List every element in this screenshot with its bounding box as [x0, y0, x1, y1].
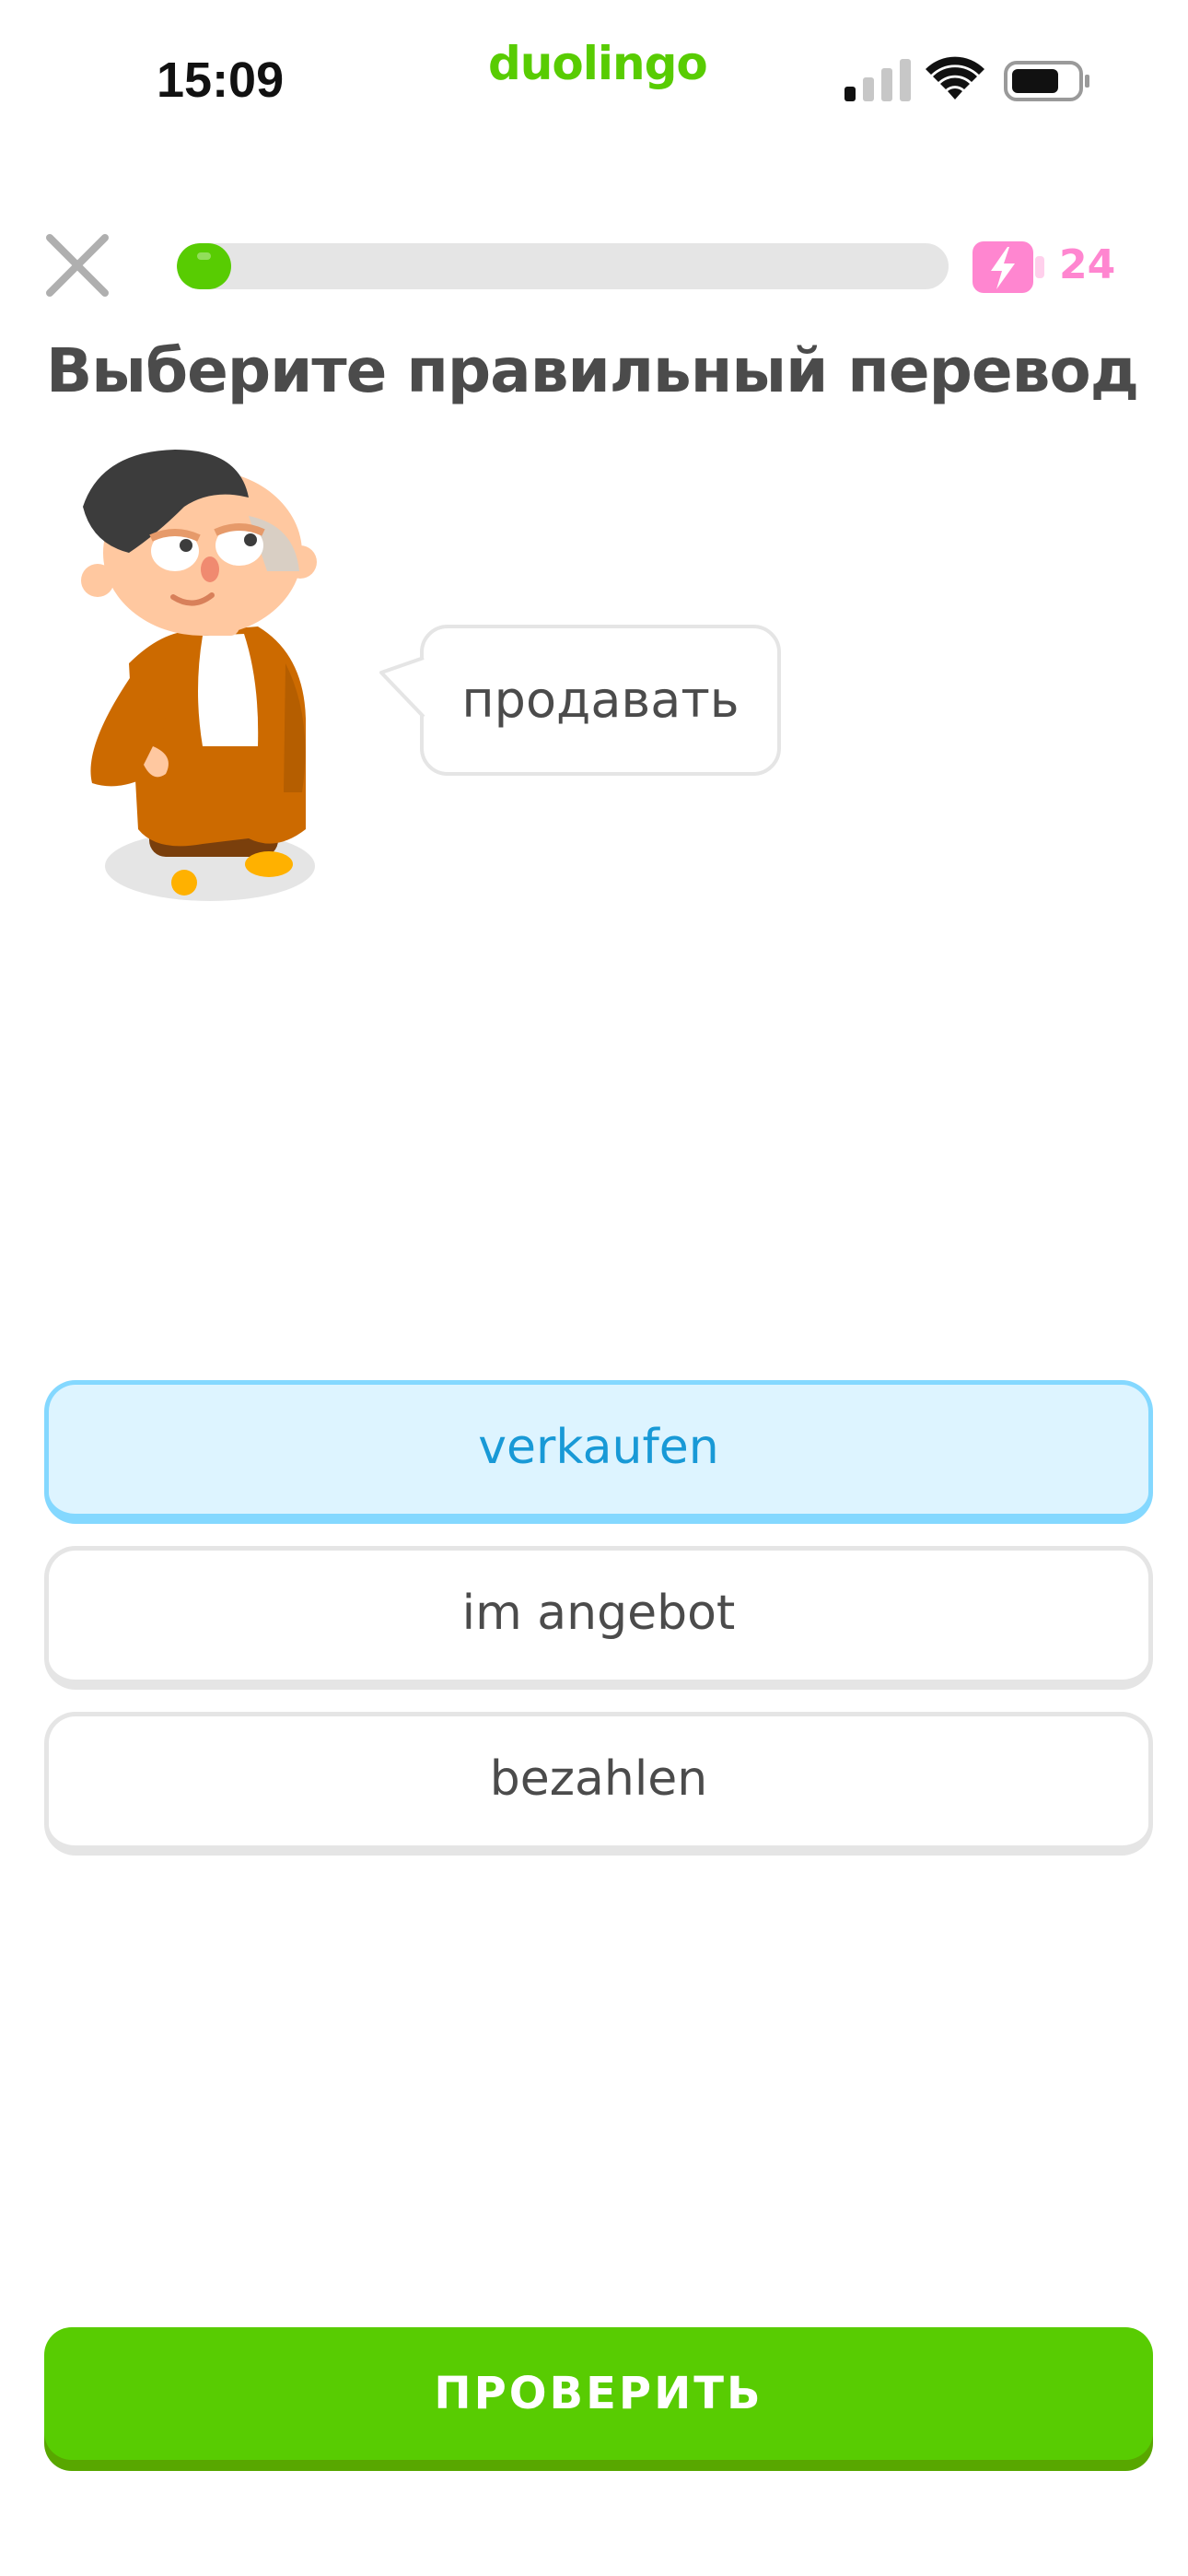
- status-time: 15:09: [157, 53, 285, 108]
- progress-fill: [177, 243, 231, 289]
- answer-option[interactable]: im angebot: [44, 1546, 1153, 1690]
- close-icon: [46, 234, 109, 297]
- lesson-screen: 15:09 duolingo 24 Выберите правильный пе…: [0, 0, 1188, 2576]
- energy-count: 24: [1059, 241, 1116, 288]
- status-icons: [843, 55, 1091, 105]
- lesson-progress-bar: [177, 243, 949, 289]
- close-button[interactable]: [41, 228, 114, 302]
- answer-option[interactable]: verkaufen: [44, 1380, 1153, 1524]
- battery-icon: [1004, 61, 1089, 101]
- wifi-icon: [926, 56, 984, 100]
- speech-bubble-text[interactable]: продавать: [420, 625, 781, 776]
- answer-option[interactable]: bezahlen: [44, 1712, 1153, 1856]
- check-button[interactable]: ПРОВЕРИТЬ: [44, 2327, 1153, 2460]
- progress-shine: [197, 252, 211, 260]
- brand-logo-text: duolingo: [488, 37, 708, 90]
- character-illustration: [64, 442, 341, 921]
- energy-battery-icon: [971, 238, 1052, 297]
- exercise-title: Выберите правильный перевод: [46, 335, 1139, 406]
- cellular-signal-icon: [844, 59, 911, 101]
